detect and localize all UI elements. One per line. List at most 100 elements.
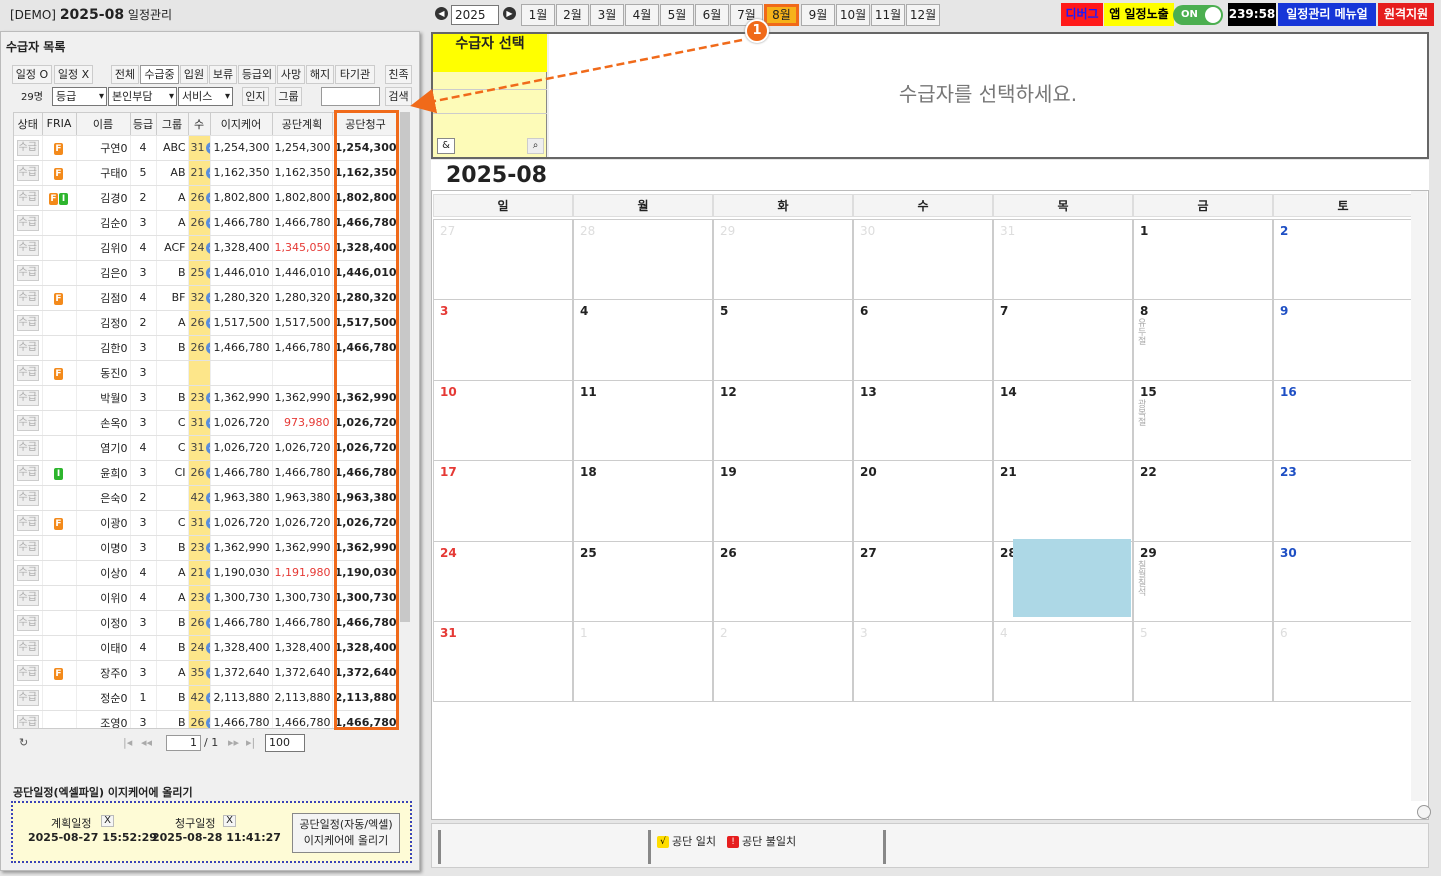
claim-clear-button[interactable]: X	[223, 815, 236, 827]
column-header-4[interactable]: 그룹	[156, 113, 189, 136]
prev-page-icon[interactable]: ◂◂	[141, 736, 152, 749]
month-tab-11[interactable]: 11월	[871, 4, 905, 26]
table-row[interactable]: 수급F구연04ABC31✓1,254,3001,254,3001,254,300	[14, 135, 397, 161]
next-year-icon[interactable]: ▶	[503, 7, 516, 20]
calendar-day[interactable]: 5	[1133, 621, 1273, 703]
manual-button[interactable]: 일정관리 메뉴얼	[1278, 3, 1376, 26]
resize-handle-icon[interactable]	[1417, 805, 1431, 819]
table-row[interactable]: 수급이태04B24✓1,328,4001,328,4001,328,400	[14, 635, 397, 661]
calendar-day[interactable]: 3	[433, 299, 573, 381]
table-row[interactable]: 수급김순03A26✓1,466,7801,466,7801,466,780	[14, 210, 397, 236]
table-row[interactable]: 수급손옥03C31✓1,026,720973,9801,026,720	[14, 410, 397, 436]
table-row[interactable]: 수급박월03B23✓1,362,9901,362,9901,362,990	[14, 385, 397, 411]
calendar-day[interactable]: 5	[713, 299, 853, 381]
calendar-day[interactable]: 29 칠월칠석	[1133, 540, 1273, 622]
upload-button[interactable]: 공단일정(자동/엑셀) 이지케어에 올리기	[292, 813, 400, 853]
schedule-x-button[interactable]: 일정 X	[54, 65, 93, 84]
calendar-day[interactable]: 21	[993, 460, 1133, 542]
month-tab-6[interactable]: 6월	[695, 4, 729, 26]
calendar-day[interactable]: 4	[573, 299, 713, 381]
page-size-select[interactable]: 100	[265, 734, 305, 752]
calendar-day[interactable]: 26	[713, 540, 853, 622]
table-row[interactable]: 수급김은03B25✓1,446,0101,446,0101,446,010	[14, 260, 397, 286]
first-page-icon[interactable]: |◂	[123, 736, 132, 749]
calendar-day[interactable]: 14	[993, 379, 1133, 462]
calendar-day[interactable]: 7	[993, 299, 1133, 381]
remote-support-button[interactable]: 원격지원	[1378, 3, 1434, 26]
calendar-day[interactable]: 8 유두절	[1133, 299, 1273, 381]
status-tab-3[interactable]: 보류	[209, 65, 237, 84]
month-tab-4[interactable]: 4월	[625, 4, 659, 26]
table-row[interactable]: 수급이위04A23✓1,300,7301,300,7301,300,730	[14, 585, 397, 611]
table-row[interactable]: 수급I윤희03CI26✓1,466,7801,466,7801,466,780	[14, 460, 397, 486]
column-header-1[interactable]: FRIA	[42, 113, 77, 136]
calendar-day[interactable]: 22	[1133, 460, 1273, 542]
calendar-day[interactable]: 11	[573, 379, 713, 462]
search-icon[interactable]: ⌕	[527, 138, 544, 154]
calendar-day[interactable]: 27	[433, 219, 573, 301]
calendar-day[interactable]: 25	[573, 540, 713, 622]
table-row[interactable]: 수급염기04C31✓1,026,7201,026,7201,026,720	[14, 435, 397, 461]
status-tab-1[interactable]: 수급중	[140, 65, 179, 84]
table-row[interactable]: 수급F구태05AB21✓1,162,3501,162,3501,162,350	[14, 160, 397, 186]
calendar-day[interactable]: 24	[433, 540, 573, 622]
table-row[interactable]: 수급F김점04BF32✓1,280,3201,280,3201,280,320	[14, 285, 397, 311]
table-row[interactable]: 수급이명03B23✓1,362,9901,362,9901,362,990	[14, 535, 397, 561]
calendar-day[interactable]: 18	[573, 460, 713, 542]
calendar-day[interactable]: 1	[1133, 219, 1273, 301]
column-header-6[interactable]: 이지케어	[210, 113, 273, 136]
status-tab-7[interactable]: 타기관	[335, 65, 375, 84]
table-row[interactable]: 수급조영03B26✓1,466,7801,466,7801,466,780	[14, 710, 397, 728]
table-row[interactable]: 수급이상04A21✓1,190,0301,191,9801,190,030	[14, 560, 397, 586]
column-header-7[interactable]: 공단계획	[272, 113, 333, 136]
calendar-day[interactable]: 15 광복절	[1133, 379, 1273, 462]
calendar-day[interactable]: 20	[853, 460, 993, 542]
month-tab-1[interactable]: 1월	[521, 4, 555, 26]
table-row[interactable]: 수급F장주03A35✓1,372,6401,372,6401,372,640	[14, 660, 397, 686]
table-row[interactable]: 수급김정02A26✓1,517,5001,517,5001,517,500	[14, 310, 397, 336]
refresh-icon[interactable]: ↻	[19, 736, 28, 749]
status-tab-4[interactable]: 등급외	[238, 65, 276, 84]
calendar-day[interactable]: 19	[713, 460, 853, 542]
debug-button[interactable]: 디버그	[1061, 3, 1103, 26]
status-tab-0[interactable]: 전체	[111, 65, 139, 84]
calendar-day[interactable]: 13	[853, 379, 993, 462]
approve-button[interactable]: 인지	[242, 87, 269, 106]
table-row[interactable]: 수급은숙0242✓1,963,3801,963,3801,963,380	[14, 485, 397, 511]
calendar-scrollbar[interactable]	[1411, 191, 1427, 801]
month-tab-8[interactable]: 8월	[764, 4, 799, 26]
column-header-3[interactable]: 등급	[130, 113, 157, 136]
calendar-day[interactable]: 12	[713, 379, 853, 462]
grade-select[interactable]: 등급	[52, 87, 107, 106]
calendar-day[interactable]: 6	[853, 299, 993, 381]
last-page-icon[interactable]: ▸|	[246, 736, 255, 749]
calendar-day[interactable]: 31	[993, 219, 1133, 301]
table-row[interactable]: 수급이정03B26✓1,466,7801,466,7801,466,780	[14, 610, 397, 636]
calendar-day[interactable]: 2	[1273, 219, 1413, 301]
calendar-day[interactable]: 1	[573, 621, 713, 703]
month-tab-9[interactable]: 9월	[801, 4, 835, 26]
calendar-day[interactable]: 23	[1273, 460, 1413, 542]
group-button[interactable]: 그룹	[275, 87, 302, 106]
service-select[interactable]: 서비스	[178, 87, 233, 106]
table-row[interactable]: 수급FI김경02A26✓1,802,8001,802,8001,802,800	[14, 185, 397, 211]
status-tab-8[interactable]: 친족	[385, 65, 412, 84]
calendar-day[interactable]: 4	[993, 621, 1133, 703]
calendar-day[interactable]: 9	[1273, 299, 1413, 381]
schedule-o-button[interactable]: 일정 O	[12, 65, 52, 84]
page-input[interactable]: 1	[166, 735, 201, 751]
table-row[interactable]: 수급 F 동진0 3	[14, 360, 397, 386]
table-row[interactable]: 수급김위04ACF24✓1,328,4001,345,0501,328,400	[14, 235, 397, 261]
search-button[interactable]: 검색	[385, 87, 412, 106]
month-tab-2[interactable]: 2월	[556, 4, 589, 26]
calendar-day[interactable]: 17	[433, 460, 573, 542]
column-header-5[interactable]: 수	[188, 113, 211, 136]
calendar-day[interactable]: 29	[713, 219, 853, 301]
calendar-day[interactable]: 3	[853, 621, 993, 703]
column-header-0[interactable]: 상태	[14, 113, 43, 136]
table-row[interactable]: 수급F이광03C31✓1,026,7201,026,7201,026,720	[14, 510, 397, 536]
calendar-day[interactable]: 6	[1273, 621, 1413, 703]
calendar-day[interactable]: 28	[573, 219, 713, 301]
month-tab-12[interactable]: 12월	[906, 4, 940, 26]
burden-select[interactable]: 본인부담	[108, 87, 177, 106]
